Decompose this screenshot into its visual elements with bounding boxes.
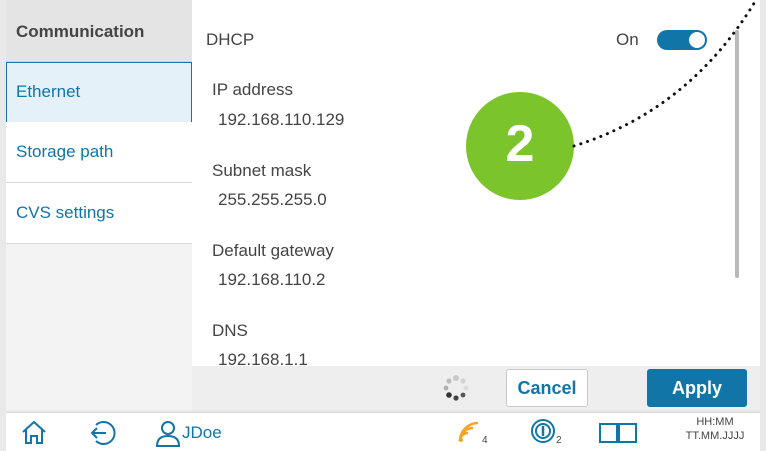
app-frame: Communication Ethernet Storage path CVS … [0,0,766,451]
user-name[interactable]: JDoe [182,423,222,443]
book-icon[interactable] [598,421,638,445]
sidebar-item-storage-path[interactable]: Storage path [6,122,192,183]
sidebar-header: Communication [6,0,192,62]
signal-count: 4 [482,435,488,446]
ip-address-value[interactable]: 192.168.110.129 [218,110,344,130]
status-bar: JDoe 4 2 HH:MM TT.MM.JJJJ [6,412,760,451]
home-icon[interactable] [20,419,48,445]
toggle-knob [689,32,705,48]
apply-button[interactable]: Apply [647,369,747,407]
sidebar-item-ethernet[interactable]: Ethernet [6,62,192,123]
dns-label: DNS [212,321,248,340]
callout-badge: 2 [466,92,574,200]
subnet-mask-label: Subnet mask [212,161,312,180]
clock-date: TT.MM.JJJJ [685,430,745,442]
scrollbar[interactable] [735,30,739,278]
clock-time: HH:MM [696,416,734,428]
user-icon[interactable] [154,419,182,447]
callout-number: 2 [505,115,535,173]
sidebar: Communication Ethernet Storage path CVS … [6,0,192,410]
sidebar-item-cvs-settings[interactable]: CVS settings [6,183,192,244]
sidebar-item-label: Storage path [16,142,114,161]
ip-address-label: IP address [212,80,293,99]
logout-icon[interactable] [88,419,116,447]
default-gateway-label: Default gateway [212,241,334,260]
dhcp-label: DHCP [206,30,255,49]
info-icon[interactable] [530,418,556,444]
sidebar-item-label: CVS settings [16,203,115,222]
sidebar-header-label: Communication [16,22,145,41]
cancel-button[interactable]: Cancel [506,369,588,407]
dhcp-state-label: On [616,30,639,49]
subnet-mask-value[interactable]: 255.255.255.0 [218,190,327,210]
dhcp-toggle[interactable] [657,30,707,50]
signal-icon[interactable] [458,421,482,443]
spinner-icon [443,375,469,401]
ethernet-settings-panel: DHCP On IP address 192.168.110.129 Subne… [192,0,760,366]
dns-value[interactable]: 192.168.1.1 [218,350,308,366]
action-bar: Cancel Apply [192,366,760,410]
default-gateway-value[interactable]: 192.168.110.2 [218,270,325,290]
clock: HH:MM TT.MM.JJJJ [672,415,758,443]
sidebar-item-label: Ethernet [16,82,81,101]
info-count: 2 [556,435,562,446]
